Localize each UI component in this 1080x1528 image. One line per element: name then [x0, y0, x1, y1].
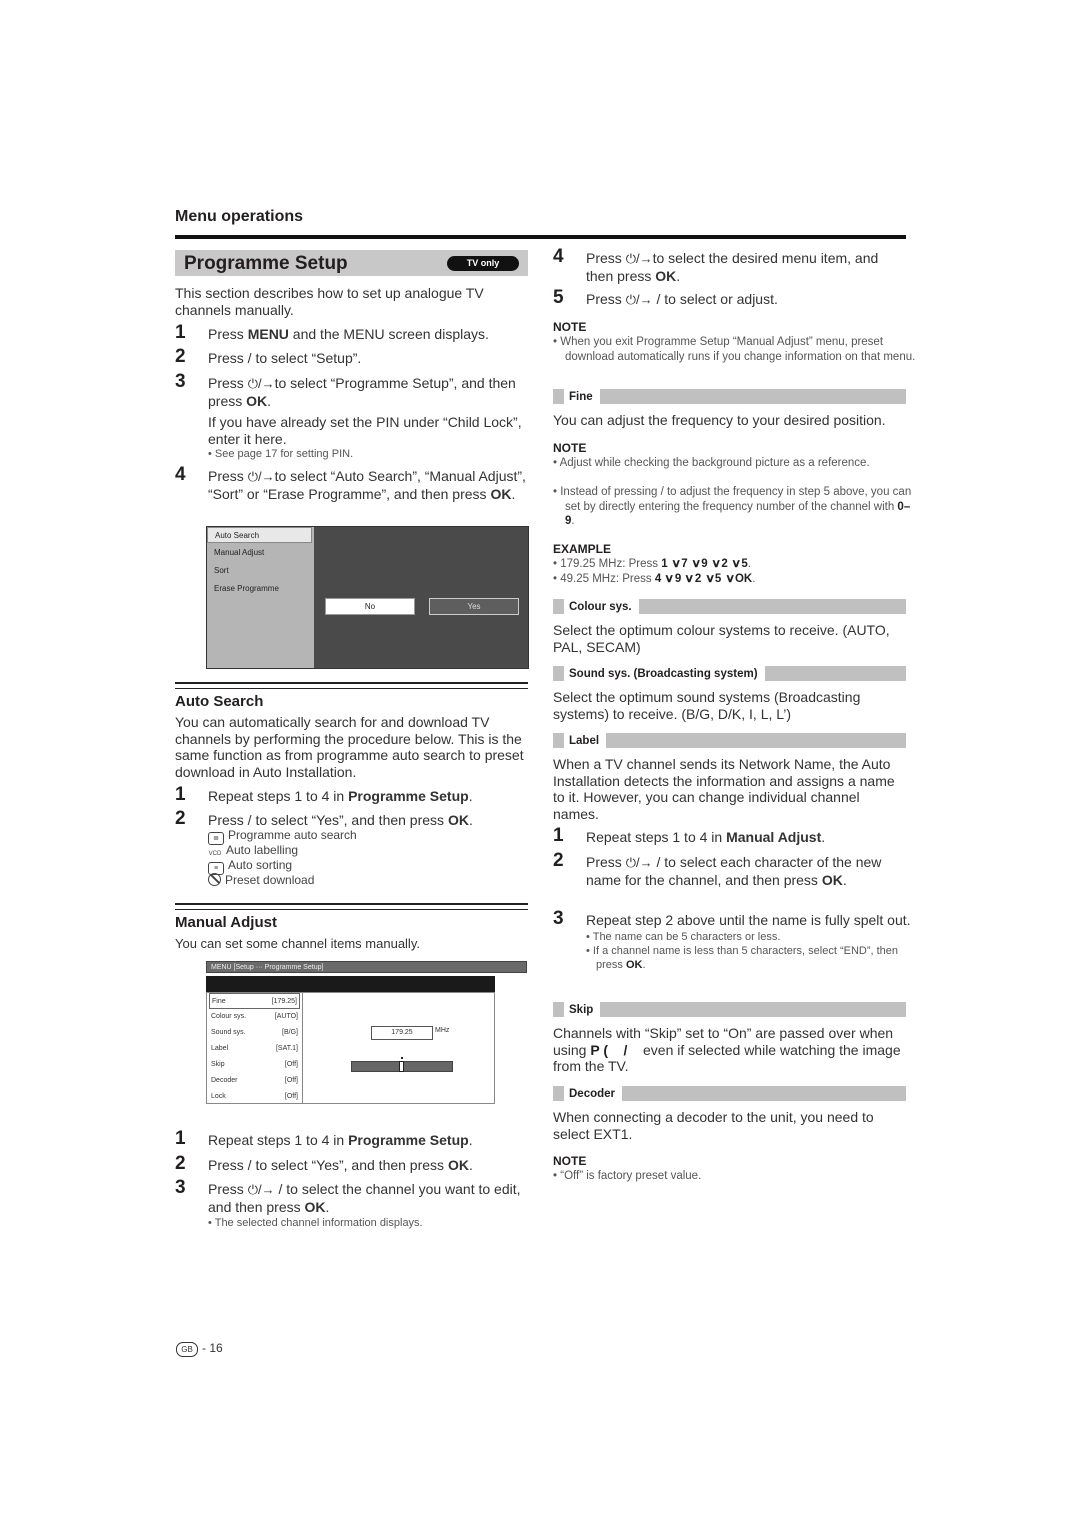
label-heading-bar: Label: [553, 733, 906, 748]
no-button[interactable]: No: [325, 598, 415, 615]
setting-row-sound-sys[interactable]: Sound sys. [B/G]: [209, 1025, 300, 1041]
fine-description: You can adjust the frequency to your des…: [553, 412, 886, 428]
section-divider: [175, 903, 528, 910]
screen-header-bar: [206, 976, 495, 992]
fine-tune-slider[interactable]: [351, 1057, 453, 1072]
setting-row-label[interactable]: Label [SAT.1]: [209, 1041, 300, 1057]
setting-row-colour-sys[interactable]: Colour sys. [AUTO]: [209, 1009, 300, 1025]
frequency-field[interactable]: 179.25: [371, 1026, 433, 1040]
process-preset-download: Preset download: [208, 873, 314, 888]
sound-sys-heading-bar: Sound sys. (Broadcasting system): [553, 666, 906, 681]
setting-row-lock[interactable]: Lock [Off]: [209, 1089, 300, 1105]
auto-search-heading: Auto Search: [175, 693, 264, 710]
colour-sys-description: Select the optimum colour systems to rec…: [553, 622, 890, 655]
menu-item-erase-programme[interactable]: Erase Programme: [207, 581, 312, 597]
auto-search-intro: You can automatically search for and dow…: [175, 714, 524, 780]
skip-heading-bar: Skip: [553, 1002, 906, 1017]
fine-heading-bar: Fine: [553, 389, 906, 404]
power-nav-icon: ⏻/→: [625, 855, 653, 870]
preset-download-icon: [208, 873, 221, 886]
note-item: “Off” is factory preset value.: [553, 1169, 918, 1184]
menu-item-auto-search[interactable]: Auto Search: [207, 527, 312, 543]
note-heading: NOTE: [553, 441, 587, 455]
section-divider: [175, 682, 528, 689]
manual-adjust-heading: Manual Adjust: [175, 914, 277, 931]
decoder-description: When connecting a decoder to the unit, y…: [553, 1109, 874, 1142]
region-gb-icon: GB: [176, 1342, 198, 1357]
note-item: • Instead of pressing / to adjust the fr…: [553, 486, 912, 527]
header-rule: [175, 235, 906, 239]
frequency-unit: MHz: [435, 1027, 450, 1034]
note-item: Adjust while checking the background pic…: [553, 456, 918, 471]
power-nav-icon: ⏻/→: [625, 292, 653, 307]
example-line: • 179.25 MHz: Press 1 ∨7 ∨9 ∨2 ∨5.: [553, 558, 751, 570]
tv-only-badge: TV only: [447, 256, 519, 271]
menu-item-manual-adjust[interactable]: Manual Adjust: [207, 545, 312, 561]
decoder-heading-bar: Decoder: [553, 1086, 906, 1101]
power-nav-icon: ⏻/→: [247, 376, 275, 391]
channel-settings-list: Fine [179.25] Colour sys. [AUTO] Sound sys…: [207, 993, 303, 1103]
example-heading: EXAMPLE: [553, 542, 612, 556]
skip-description: Channels with “Skip” set to “On” are pas…: [553, 1025, 901, 1074]
slider-handle[interactable]: [399, 1061, 404, 1072]
note-heading: NOTE: [553, 320, 587, 334]
slider-center-marker: [401, 1057, 403, 1059]
sound-sys-description: Select the optimum sound systems (Broadc…: [553, 689, 861, 722]
manual-adjust-intro: You can set some channel items manually.: [175, 936, 420, 951]
programme-setup-intro: This section describes how to set up ana…: [175, 285, 484, 318]
menu-item-sort[interactable]: Sort: [207, 563, 312, 579]
note-item: When you exit Programme Setup “Manual Ad…: [553, 335, 918, 364]
programme-setup-menu-screen: Auto Search Manual Adjust Sort Erase Pro…: [206, 526, 529, 669]
menu-breadcrumb: MENU [Setup ··· Programme Setup]: [206, 961, 527, 973]
page-title: Programme Setup: [184, 253, 348, 274]
colour-sys-heading-bar: Colour sys.: [553, 599, 906, 614]
label-description: When a TV channel sends its Network Name…: [553, 756, 895, 822]
manual-adjust-screen: Fine [179.25] Colour sys. [AUTO] Sound sys…: [206, 992, 495, 1104]
power-nav-icon: ⏻/→: [247, 1182, 275, 1197]
power-nav-icon: ⏻/→: [247, 469, 275, 484]
setting-row-decoder[interactable]: Decoder [Off]: [209, 1073, 300, 1089]
setting-row-fine[interactable]: Fine [179.25]: [209, 993, 300, 1009]
setting-row-skip[interactable]: Skip [Off]: [209, 1057, 300, 1073]
example-line: • 49.25 MHz: Press 4 ∨9 ∨2 ∨5 ∨OK.: [553, 573, 756, 585]
menu-sidebar: Auto Search Manual Adjust Sort Erase Pro…: [207, 527, 314, 668]
page-number: GB - 16: [176, 1341, 223, 1357]
note-heading: NOTE: [553, 1154, 587, 1168]
section-header: Menu operations: [175, 208, 304, 225]
power-nav-icon: ⏻/→: [625, 251, 653, 266]
yes-button[interactable]: Yes: [429, 598, 519, 615]
